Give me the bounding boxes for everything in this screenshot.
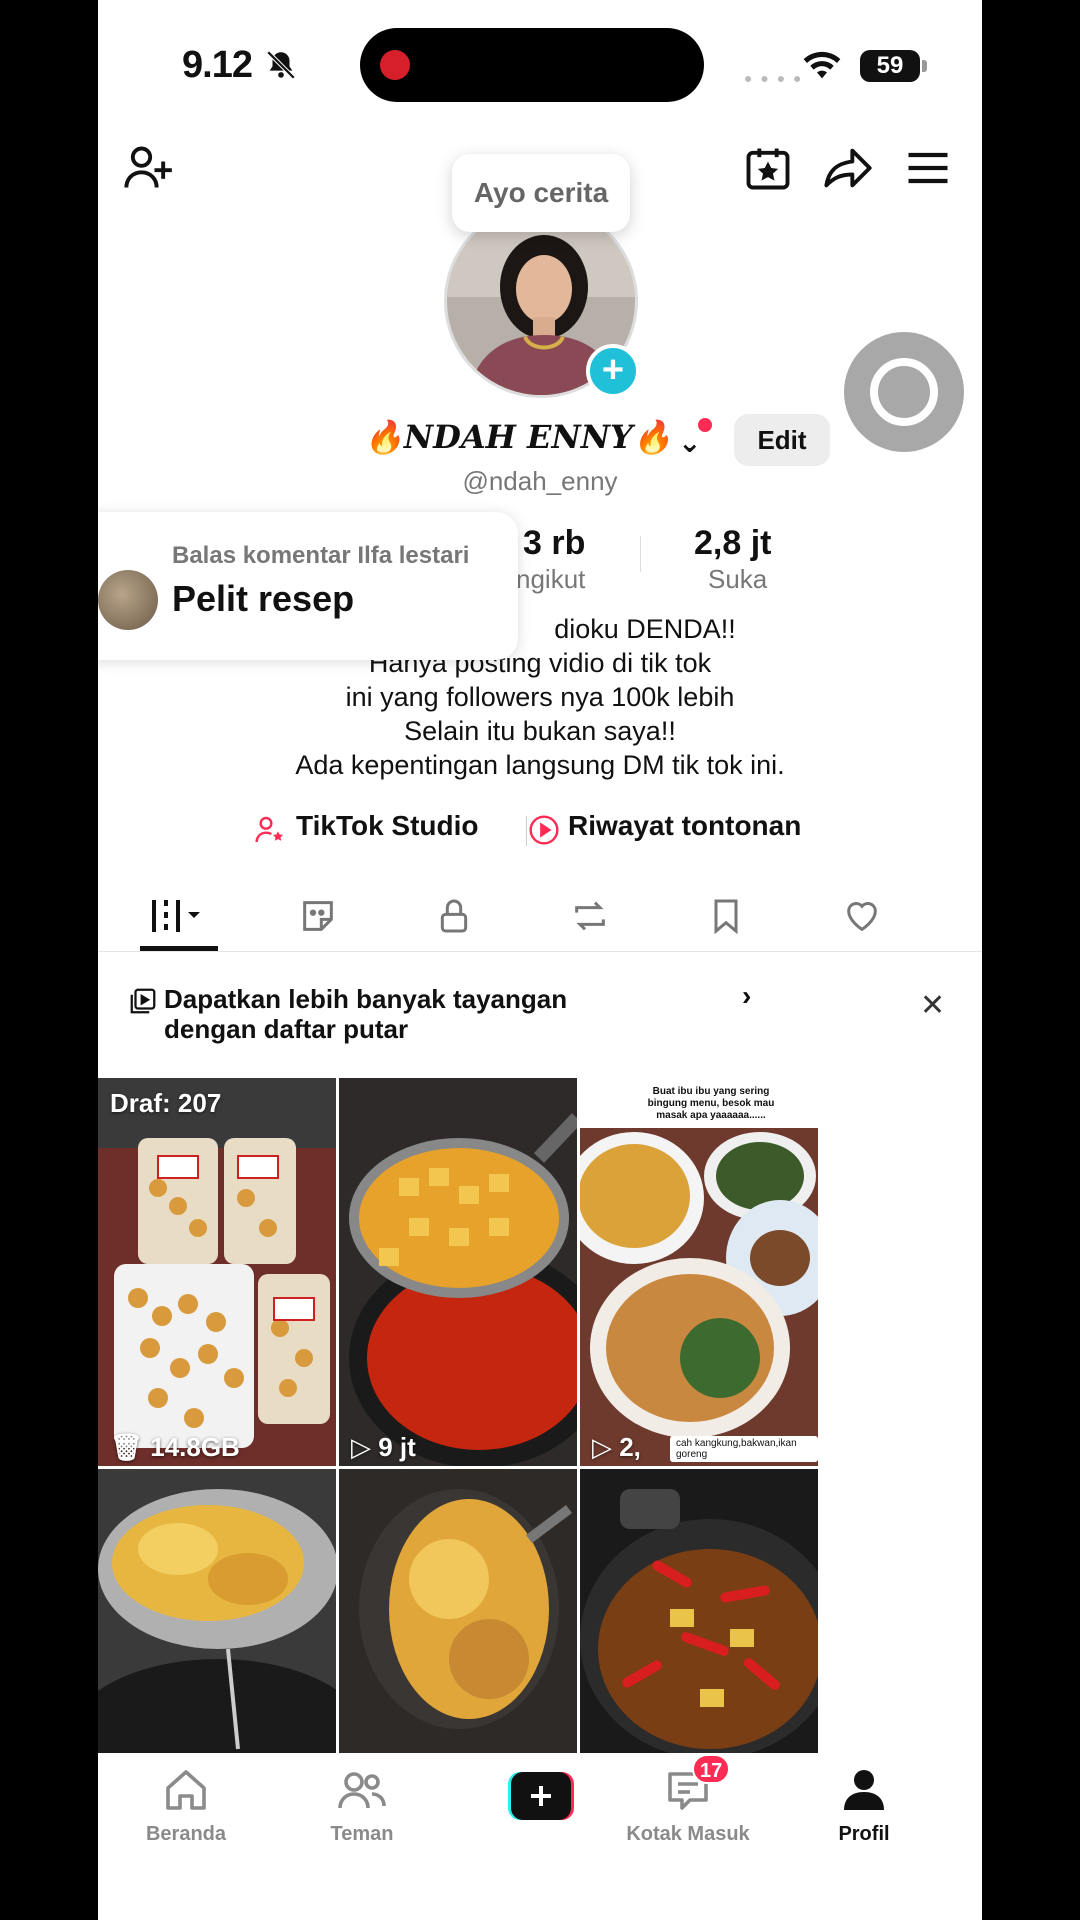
chevron-down-icon[interactable]: ⌄	[678, 426, 701, 459]
thumbnail-caption-top: Buat ibu ibu yang sering bingung menu, b…	[647, 1086, 775, 1121]
view-count: ▷ 2,	[592, 1432, 641, 1462]
bookmark-icon	[714, 899, 738, 935]
video-thumbnail[interactable]	[98, 1469, 336, 1753]
multi-image-icon	[780, 1090, 804, 1114]
following-count[interactable]: 3 rb	[523, 524, 585, 563]
bell-muted-icon	[266, 50, 296, 80]
video-thumbnail[interactable]: ▷ 9 jt	[339, 1078, 577, 1466]
bio-line: Selain itu bukan saya!!	[404, 716, 676, 746]
lock-icon	[440, 899, 468, 933]
view-count-value: 2,	[619, 1432, 641, 1462]
dynamic-island	[360, 28, 704, 102]
screen-record-button[interactable]	[844, 332, 964, 452]
view-count-value: 9 jt	[378, 1432, 416, 1462]
commenter-avatar	[98, 570, 158, 630]
notification-dot	[698, 418, 712, 432]
comment-reply-title: Balas komentar Ilfa lestari	[172, 542, 470, 569]
stat-divider	[640, 536, 641, 572]
video-thumbnail[interactable]	[339, 1469, 577, 1753]
view-count: ▷ 9 jt	[351, 1432, 416, 1462]
share-icon[interactable]	[822, 142, 874, 194]
playlist-banner-text: Dapatkan lebih banyak tayangan dengan da…	[164, 984, 568, 1044]
profile-icon	[844, 1770, 884, 1810]
edit-profile-button[interactable]: Edit	[734, 414, 830, 466]
storage-size: 🗑 14.8GB	[110, 1432, 240, 1462]
nav-profile[interactable]: Profil	[794, 1766, 934, 1846]
battery-indicator: 59	[860, 50, 920, 82]
storage-size-value: 14.8GB	[150, 1432, 240, 1462]
add-story-button[interactable]: +	[586, 344, 640, 398]
watch-history-link[interactable]: Riwayat tontonan	[568, 810, 801, 842]
nav-profile-label: Profil	[838, 1823, 890, 1845]
recording-dot	[380, 50, 410, 80]
story-prompt-bubble[interactable]: Ayo cerita	[452, 154, 630, 232]
username: @ndah_enny	[462, 466, 618, 496]
playlist-banner[interactable]: Dapatkan lebih banyak tayangan dengan da…	[98, 960, 982, 1080]
draft-count: Draf: 207	[110, 1088, 222, 1118]
calendar-star-icon[interactable]	[742, 142, 794, 194]
tab-reposts[interactable]	[534, 880, 646, 952]
content-tabs	[98, 880, 982, 952]
bio-line: ini yang followers nya 100k lebih	[345, 682, 735, 712]
heart-icon	[847, 902, 877, 932]
thumbnail-caption-bottom: cah kangkung,bakwan,ikan goreng	[670, 1436, 818, 1462]
link-divider	[526, 816, 527, 846]
create-button[interactable]	[508, 1772, 574, 1820]
tab-stickers[interactable]	[262, 880, 374, 952]
nav-inbox-label: Kotak Masuk	[626, 1823, 750, 1845]
inbox-badge: 17	[692, 1754, 731, 1784]
nav-friends[interactable]: Teman	[292, 1766, 432, 1846]
home-icon	[166, 1770, 206, 1810]
video-thumbnail-draft[interactable]: Draf: 207 🗑 14.8GB	[98, 1078, 336, 1466]
playlist-icon	[130, 988, 156, 1014]
nav-inbox[interactable]: Kotak Masuk	[618, 1766, 758, 1846]
status-time: 9.12	[182, 44, 253, 86]
tab-liked[interactable]	[806, 880, 918, 952]
bio-line: Ada kepentingan langsung DM tik tok ini.	[295, 750, 785, 780]
tab-private[interactable]	[398, 880, 510, 952]
sticker-icon	[303, 901, 333, 931]
profile-screen: 9.12 ● ● ● ● 59 Ayo cerita + 🔥NDAH ENNY🔥…	[98, 0, 982, 1920]
tab-favorites[interactable]	[670, 880, 782, 952]
profile-links: TikTok Studio Riwayat tontonan	[98, 810, 982, 850]
following-label: ngikut	[516, 564, 586, 594]
nav-home-label: Beranda	[145, 1823, 227, 1845]
repost-icon	[575, 901, 605, 931]
menu-icon[interactable]	[902, 142, 954, 194]
grid-icon	[152, 900, 200, 932]
close-icon[interactable]: ✕	[920, 988, 945, 1023]
display-name[interactable]: 🔥NDAH ENNY🔥	[364, 418, 673, 456]
likes-label: Suka	[708, 564, 768, 594]
add-friend-icon[interactable]	[122, 142, 174, 194]
signal-icon: ● ● ● ●	[744, 70, 804, 86]
active-tab-indicator	[140, 946, 218, 951]
studio-person-star-icon	[255, 816, 284, 843]
nav-friends-label: Teman	[330, 1823, 394, 1845]
wifi-icon	[803, 51, 841, 79]
video-thumbnail[interactable]: Buat ibu ibu yang sering bingung menu, b…	[580, 1078, 818, 1466]
comment-text: Pelit resep	[172, 578, 355, 619]
play-circle-icon	[529, 815, 559, 845]
tiktok-studio-link[interactable]: TikTok Studio	[296, 810, 479, 842]
chevron-right-icon: ›	[742, 980, 752, 1011]
bottom-navigation: Beranda Teman Kotak Masuk 17 Profil	[98, 1754, 982, 1920]
tab-videos[interactable]	[124, 880, 236, 952]
likes-count[interactable]: 2,8 jt	[694, 524, 771, 563]
friends-icon	[338, 1772, 386, 1809]
video-thumbnail[interactable]	[580, 1469, 818, 1753]
nav-home[interactable]: Beranda	[116, 1766, 256, 1846]
battery-cap	[922, 60, 927, 72]
